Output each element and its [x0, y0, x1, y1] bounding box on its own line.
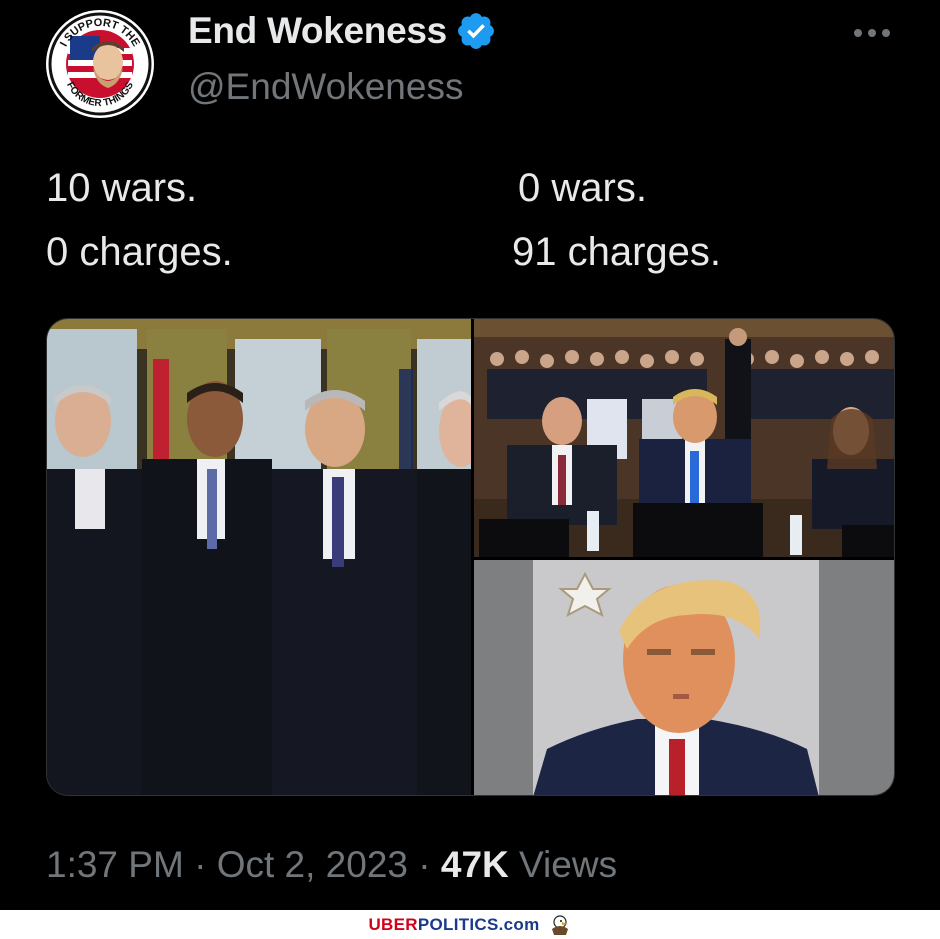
views-label: Views [508, 844, 618, 885]
more-options-icon[interactable] [850, 18, 894, 48]
media-photo-presidents[interactable] [47, 319, 483, 796]
tweet-text-right-line1: 0 wars. [518, 166, 647, 210]
watermark-part2: POLITICS.com [417, 914, 540, 934]
avatar[interactable]: I SUPPORT THE FORMER THINGS [46, 10, 154, 118]
tweet-meta: 1:37 PM · Oct 2, 2023 · 47K Views [46, 844, 617, 886]
watermark-text: UBERPOLITICS.com [368, 915, 539, 935]
verified-badge-icon [457, 13, 494, 49]
eagle-icon [551, 914, 568, 935]
watermark-part1: UBER [368, 914, 418, 934]
display-name[interactable]: End Wokeness [188, 10, 447, 52]
media-grid[interactable] [46, 318, 895, 796]
meta-separator: · [407, 844, 441, 885]
tweet-text-left-line2: 0 charges. [46, 230, 233, 274]
meta-separator: · [183, 844, 217, 885]
views-count[interactable]: 47K [441, 844, 509, 885]
tweet-text-left-line1: 10 wars. [46, 166, 198, 210]
tweet-text-right-line2: 91 charges. [512, 230, 722, 274]
media-photo-mugshot[interactable] [474, 560, 895, 796]
media-photo-courtroom[interactable] [474, 319, 895, 557]
handle[interactable]: @EndWokeness [188, 66, 463, 108]
tweet-date[interactable]: Oct 2, 2023 [217, 844, 408, 885]
tweet-time[interactable]: 1:37 PM [46, 844, 184, 885]
author-name-row[interactable]: End Wokeness [188, 10, 497, 52]
watermark-footer: UBERPOLITICS.com [0, 910, 940, 939]
